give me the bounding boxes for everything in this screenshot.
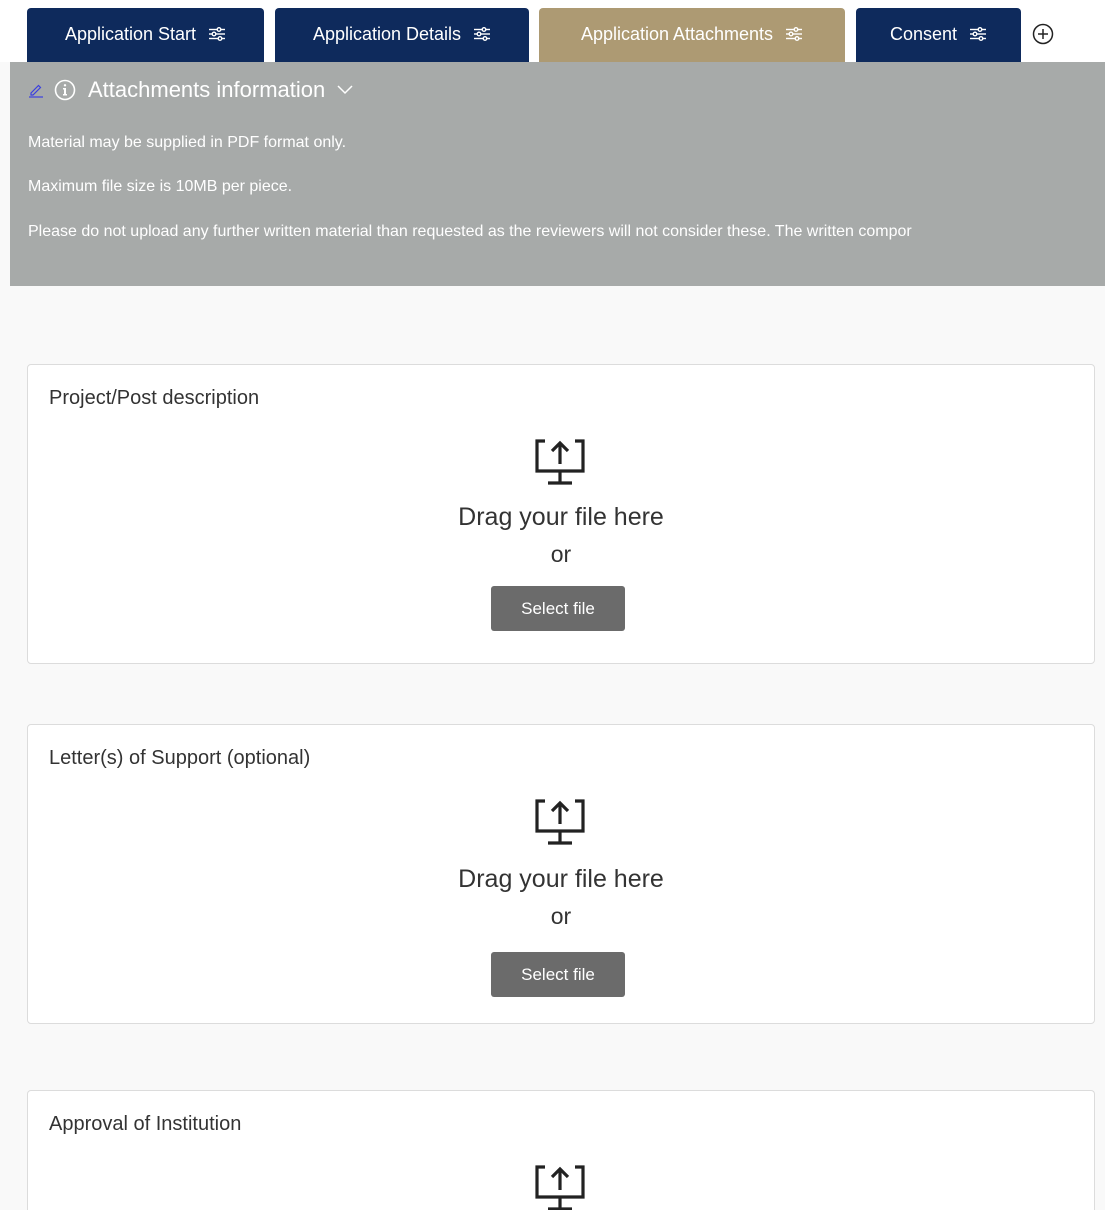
upload-card-approval-of-institution[interactable]: Approval of Institution xyxy=(27,1090,1095,1210)
sliders-icon xyxy=(474,27,491,41)
plus-circle-icon[interactable] xyxy=(1032,23,1054,45)
sliders-icon xyxy=(786,27,803,41)
upload-card-project-description[interactable]: Project/Post description Drag your file … xyxy=(27,364,1095,664)
or-text: or xyxy=(550,541,572,567)
tab-consent[interactable]: Consent xyxy=(856,8,1021,62)
attachments-info-panel: Attachments information Material may be … xyxy=(10,62,1105,286)
upload-card-title: Project/Post description xyxy=(49,387,260,409)
info-line-notice: Please do not upload any further written… xyxy=(28,223,912,240)
select-file-button[interactable]: Select file xyxy=(491,586,625,631)
tab-label: Application Start xyxy=(64,23,197,44)
tab-application-details[interactable]: Application Details xyxy=(275,8,529,62)
info-panel-header[interactable]: Attachments information xyxy=(28,76,353,104)
upload-card-title: Approval of Institution xyxy=(49,1113,242,1135)
or-text: or xyxy=(550,903,572,929)
chevron-down-icon[interactable] xyxy=(337,85,353,95)
tab-label: Application Details xyxy=(312,23,462,44)
sliders-icon xyxy=(209,27,226,41)
info-line-size: Maximum file size is 10MB per piece. xyxy=(28,178,293,195)
tab-label: Application Attachments xyxy=(580,23,774,44)
upload-monitor-icon xyxy=(535,1165,585,1210)
upload-monitor-icon xyxy=(535,439,585,485)
upload-card-title: Letter(s) of Support (optional) xyxy=(49,747,311,769)
tab-bar: Application Start Application Details Ap… xyxy=(0,0,1105,62)
info-icon xyxy=(54,79,76,101)
upload-card-letters-of-support[interactable]: Letter(s) of Support (optional) Drag you… xyxy=(27,724,1095,1024)
drag-file-text: Drag your file here xyxy=(458,865,664,893)
select-file-button[interactable]: Select file xyxy=(491,952,625,997)
info-panel-title: Attachments information xyxy=(88,77,326,102)
sliders-icon xyxy=(970,27,987,41)
drag-file-text: Drag your file here xyxy=(458,503,664,531)
tab-label: Consent xyxy=(889,23,958,44)
pencil-icon[interactable] xyxy=(28,82,44,98)
upload-monitor-icon xyxy=(535,799,585,845)
tab-application-attachments[interactable]: Application Attachments xyxy=(539,8,845,62)
tab-application-start[interactable]: Application Start xyxy=(27,8,264,62)
info-line-format: Material may be supplied in PDF format o… xyxy=(28,134,347,151)
